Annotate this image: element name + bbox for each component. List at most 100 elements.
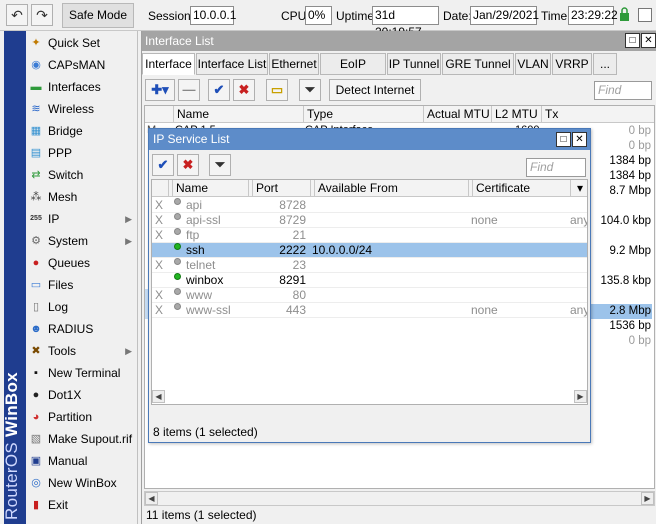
- sidebar-item-new-winbox[interactable]: ◎ New WinBox: [26, 472, 138, 494]
- filter-icon[interactable]: ⏷: [299, 79, 321, 101]
- files-icon: ▭: [30, 279, 42, 291]
- cpu-value: 0%: [305, 6, 332, 25]
- wireless-icon: ≋: [31, 103, 41, 115]
- sidebar-item-label: Tools: [48, 344, 77, 358]
- comment-icon[interactable]: ▭: [266, 79, 288, 101]
- scroll-left-icon[interactable]: ◀: [145, 492, 158, 505]
- service-row-www-ssl[interactable]: Xwww-ssl 443 none any: [152, 303, 587, 318]
- col-available-from[interactable]: Available From: [310, 180, 468, 197]
- tab-eoip-tunnel[interactable]: EoIP Tunnel: [320, 53, 386, 91]
- sidebar-item-ip[interactable]: 255 IP ▶: [26, 208, 138, 230]
- service-row-api-ssl[interactable]: Xapi-ssl 8729 none any: [152, 213, 587, 228]
- sidebar-item-files[interactable]: ▭ Files: [26, 274, 138, 296]
- sidebar-item-interfaces[interactable]: ▬ Interfaces: [26, 76, 138, 98]
- service-port: 80: [292, 288, 306, 302]
- col-actual-mtu[interactable]: Actual MTU: [423, 106, 491, 123]
- sidebar-item-bridge[interactable]: ▦ Bridge: [26, 120, 138, 142]
- service-row-www[interactable]: Xwww 80: [152, 288, 587, 303]
- service-name: www-ssl: [186, 303, 231, 317]
- service-name: ssh: [186, 243, 205, 257]
- undo-icon[interactable]: ↶: [6, 4, 28, 26]
- close-icon[interactable]: ✕: [641, 33, 656, 48]
- sidebar-item-ppp[interactable]: ▤ PPP: [26, 142, 138, 164]
- tab-interface-list[interactable]: Interface List: [196, 53, 268, 75]
- sidebar-item-switch[interactable]: ⇄ Switch: [26, 164, 138, 186]
- service-name: api: [186, 198, 203, 212]
- tab-interface[interactable]: Interface: [142, 53, 195, 75]
- window-toggle-icon[interactable]: [638, 8, 652, 22]
- tab-ethernet[interactable]: Ethernet: [269, 53, 319, 75]
- service-row-telnet[interactable]: Xtelnet 23: [152, 258, 587, 273]
- tab-more[interactable]: ...: [593, 53, 617, 75]
- partition-icon: ◕: [32, 411, 40, 423]
- col-l2-mtu[interactable]: L2 MTU: [491, 106, 541, 123]
- sidebar-item-new-terminal[interactable]: ▪ New Terminal: [26, 362, 138, 384]
- interface-hscroll[interactable]: ◀ ▶: [144, 491, 655, 506]
- enable-icon[interactable]: ✔: [208, 79, 230, 101]
- sidebar-item-queues[interactable]: ● Queues: [26, 252, 138, 274]
- scroll-right-icon[interactable]: ▶: [641, 492, 654, 505]
- status-enabled-icon: [174, 243, 181, 250]
- col-type[interactable]: Type: [303, 106, 423, 123]
- tab-gre-tunnel[interactable]: GRE Tunnel: [442, 53, 514, 75]
- sidebar-item-manual[interactable]: ▣ Manual: [26, 450, 138, 472]
- tab-vrrp[interactable]: VRRP: [552, 53, 592, 75]
- service-scroll-right-icon[interactable]: ▶: [574, 390, 587, 403]
- sidebar-item-partition[interactable]: ◕ Partition: [26, 406, 138, 428]
- service-row-winbox[interactable]: winbox 8291: [152, 273, 587, 288]
- sidebar-item-exit[interactable]: ▮ Exit: [26, 494, 138, 516]
- disable-icon[interactable]: ✖: [233, 79, 255, 101]
- sidebar-item-quick-set[interactable]: ✦ Quick Set: [26, 32, 138, 54]
- terminal-icon: ▪: [34, 367, 38, 379]
- col-name[interactable]: Name: [173, 106, 303, 123]
- service-row-api[interactable]: Xapi 8728: [152, 198, 587, 213]
- service-find-input[interactable]: Find: [526, 158, 586, 177]
- ip-service-title: IP Service List: [149, 129, 590, 150]
- row-flag: X: [155, 228, 164, 242]
- sidebar-item-make-supout-rif[interactable]: ▧ Make Supout.rif: [26, 428, 138, 450]
- col-service-port[interactable]: Port: [248, 180, 310, 197]
- tab-vlan[interactable]: VLAN: [515, 53, 551, 75]
- sidebar-item-label: New Terminal: [48, 366, 121, 380]
- maximize-icon[interactable]: □: [625, 33, 640, 48]
- sidebar-item-system[interactable]: ⚙ System ▶: [26, 230, 138, 252]
- service-row-ssh[interactable]: ssh 2222 10.0.0.0/24: [152, 243, 587, 258]
- sidebar-item-tools[interactable]: ✖ Tools ▶: [26, 340, 138, 362]
- tx-cell: 9.2 Mbp: [609, 245, 651, 257]
- remove-icon[interactable]: —: [178, 79, 200, 101]
- tab-ip-tunnel[interactable]: IP Tunnel: [387, 53, 441, 75]
- brand-logo: RouterOS WinBox: [2, 372, 21, 520]
- col-certificate[interactable]: Certificate: [468, 180, 570, 197]
- sidebar-item-wireless[interactable]: ≋ Wireless: [26, 98, 138, 120]
- sidebar-item-capsman[interactable]: ◉ CAPsMAN: [26, 54, 138, 76]
- bridge-icon: ▦: [30, 125, 42, 137]
- sidebar-item-mesh[interactable]: ⁂ Mesh: [26, 186, 138, 208]
- sidebar-item-label: Bridge: [48, 124, 83, 138]
- service-scroll-left-icon[interactable]: ◀: [152, 390, 165, 403]
- interface-find-input[interactable]: Find: [594, 81, 652, 100]
- col-service-name[interactable]: Name: [168, 180, 248, 197]
- service-row-ftp[interactable]: Xftp 21: [152, 228, 587, 243]
- column-dropdown-icon[interactable]: ▾: [570, 180, 587, 197]
- sidebar-item-dot1x[interactable]: ● Dot1X: [26, 384, 138, 406]
- service-close-icon[interactable]: ✕: [572, 132, 587, 147]
- sidebar-item-log[interactable]: ▯ Log: [26, 296, 138, 318]
- service-enable-icon[interactable]: ✔: [152, 154, 174, 176]
- interface-tabs: InterfaceInterface ListEthernetEoIP Tunn…: [142, 53, 656, 91]
- sidebar-item-label: Log: [48, 300, 69, 314]
- row-flag: X: [155, 213, 164, 227]
- exit-icon: ▮: [32, 499, 40, 511]
- sidebar-item-label: System: [48, 234, 89, 248]
- service-disable-icon[interactable]: ✖: [177, 154, 199, 176]
- service-maximize-icon[interactable]: □: [556, 132, 571, 147]
- col-tx[interactable]: Tx: [541, 106, 654, 123]
- sidebar-item-radius[interactable]: ☻ RADIUS: [26, 318, 138, 340]
- service-filter-icon[interactable]: ⏷: [209, 154, 231, 176]
- session-label: Session:: [148, 9, 195, 23]
- row-flag: X: [155, 303, 164, 317]
- redo-icon[interactable]: ↷: [31, 4, 53, 26]
- safe-mode-button[interactable]: Safe Mode: [62, 3, 134, 28]
- interface-status: 11 items (1 selected): [146, 508, 257, 522]
- detect-internet-button[interactable]: Detect Internet: [329, 79, 421, 101]
- add-icon[interactable]: ✚▾: [145, 79, 175, 101]
